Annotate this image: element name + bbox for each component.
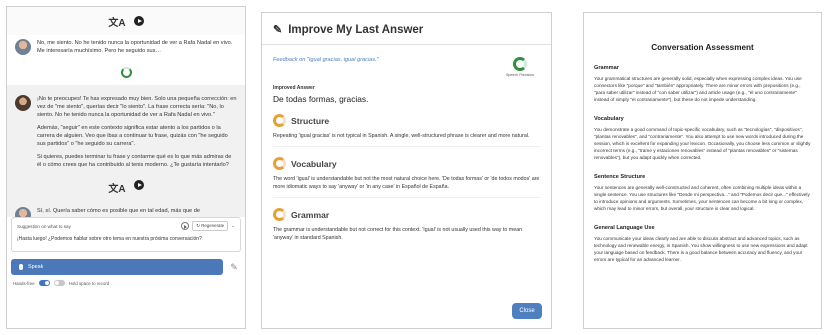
- translate-icon[interactable]: 文A: [108, 14, 125, 29]
- play-suggestion-icon[interactable]: [181, 222, 190, 230]
- feedback-label: Feedback on "Igual gracias, igual gracia…: [273, 57, 379, 63]
- feedback-row: Feedback on "Igual gracias, igual gracia…: [273, 57, 540, 77]
- input-row: Speak ✎: [11, 259, 241, 275]
- magic-wand-icon: ✎: [273, 24, 283, 36]
- section-title: Vocabulary: [291, 158, 337, 169]
- user-avatar: [15, 207, 31, 217]
- precision-label: Speech Precision: [506, 73, 534, 77]
- section-body: The grammar is understandable but not co…: [273, 227, 523, 241]
- assessment-section-body: You communicate your ideas clearly and a…: [594, 236, 808, 262]
- user-avatar: [15, 39, 31, 55]
- section-title: Structure: [291, 115, 330, 126]
- translate-icon[interactable]: 文A: [108, 180, 125, 195]
- divider: [262, 44, 551, 45]
- divider: [273, 146, 540, 147]
- loading-spinner-icon: [120, 66, 132, 78]
- modal-title: Improve My Last Answer: [288, 23, 424, 36]
- score-ring-icon: [273, 114, 286, 127]
- loading-row: [7, 59, 245, 85]
- suggestion-controls: ↻ Regenerate ⌄: [181, 221, 235, 231]
- suggestion-label: Suggestion on what to say: [17, 223, 71, 229]
- assessment-section-title: Sentence Structure: [594, 174, 646, 180]
- speech-precision: Speech Precision: [500, 57, 540, 77]
- chevron-down-icon[interactable]: ⌄: [231, 223, 235, 229]
- toggle-row: Hands-free Hold space to record: [7, 275, 245, 291]
- improved-answer-text: De todas formas, gracias.: [273, 94, 369, 104]
- play-icon[interactable]: [133, 180, 144, 190]
- score-ring-icon: [273, 157, 286, 170]
- vocabulary-heading: Vocabulary: [273, 157, 540, 170]
- speak-label: Speak: [28, 264, 44, 270]
- bot-paragraph: Además, "seguir" en este contexto signif…: [37, 125, 228, 147]
- hands-free-label: Hands-free: [13, 280, 35, 286]
- modal-title-row: ✎ Improve My Last Answer: [273, 23, 540, 37]
- tutor-avatar: [15, 95, 31, 111]
- user-message: No, me siento. No he tenido nunca la opo…: [7, 35, 245, 59]
- hold-record-label: Hold space to record: [68, 280, 110, 286]
- suggestion-text: ¡Hasta luego! ¿Podemos hablar sobre otro…: [17, 236, 202, 242]
- assessment-section-body: Your grammatical structures are generall…: [594, 76, 802, 102]
- speak-button[interactable]: Speak: [11, 259, 223, 275]
- assessment-section-title: Vocabulary: [594, 116, 624, 122]
- assessment-title: Conversation Assessment: [651, 43, 754, 52]
- section-body: Repeating 'igual gracias' is not typical…: [273, 133, 530, 139]
- assessment-panel: Conversation Assessment Grammar Your gra…: [583, 12, 822, 329]
- chat-panel: 文A No, me siento. No he tenido nunca la …: [6, 6, 246, 329]
- suggestion-header: Suggestion on what to say ↻ Regenerate ⌄: [17, 221, 235, 231]
- partial-message-text: Sí, sí. Quería saber cómo es posible que…: [37, 208, 200, 214]
- bot-message-area: ¡No te preocupes! Te has expresado muy b…: [7, 85, 245, 203]
- divider: [273, 197, 540, 198]
- assessment-section-body: You demonstrate a good command of topic-…: [594, 127, 811, 160]
- grammar-heading: Grammar: [273, 208, 540, 221]
- suggestion-box: Suggestion on what to say ↻ Regenerate ⌄…: [11, 217, 241, 252]
- bot-message-text: ¡No te preocupes! Te has expresado muy b…: [37, 95, 237, 174]
- assessment-section-title: Grammar: [594, 65, 619, 71]
- improved-answer-label: Improved Answer: [273, 85, 315, 91]
- play-icon[interactable]: [133, 16, 144, 26]
- bot-paragraph: ¡No te preocupes! Te has expresado muy b…: [37, 96, 237, 118]
- score-ring-icon: [273, 208, 286, 221]
- hold-record-toggle[interactable]: [53, 280, 65, 286]
- precision-ring-icon: [513, 57, 527, 71]
- user-message-partial: Sí, sí. Quería saber cómo es posible que…: [7, 203, 245, 217]
- assessment-section-title: General Language Use: [594, 225, 655, 231]
- hands-free-toggle[interactable]: [38, 280, 50, 286]
- bot-message-tools: 文A: [7, 178, 245, 201]
- chat-toolbar: 文A: [7, 7, 245, 35]
- bot-message: ¡No te preocupes! Te has expresado muy b…: [7, 91, 245, 178]
- bot-paragraph: Si quieres, puedes terminar tu frase y c…: [37, 154, 232, 168]
- regenerate-label: Regenerate: [201, 223, 225, 228]
- section-title: Grammar: [291, 209, 330, 220]
- pencil-icon[interactable]: ✎: [227, 262, 241, 273]
- close-button[interactable]: Close: [512, 303, 542, 319]
- microphone-icon: [19, 264, 23, 270]
- regenerate-button[interactable]: ↻ Regenerate: [192, 221, 229, 231]
- improve-answer-modal: ✎ Improve My Last Answer Feedback on "Ig…: [261, 12, 552, 329]
- user-message-text: No, me siento. No he tenido nunca la opo…: [37, 40, 233, 54]
- structure-heading: Structure: [273, 114, 540, 127]
- section-body: The word 'igual' is understandable but n…: [273, 176, 540, 190]
- assessment-section-body: Your sentences are generally well-constr…: [594, 185, 810, 211]
- screenshot-stage: 文A No, me siento. No he tenido nunca la …: [0, 0, 828, 335]
